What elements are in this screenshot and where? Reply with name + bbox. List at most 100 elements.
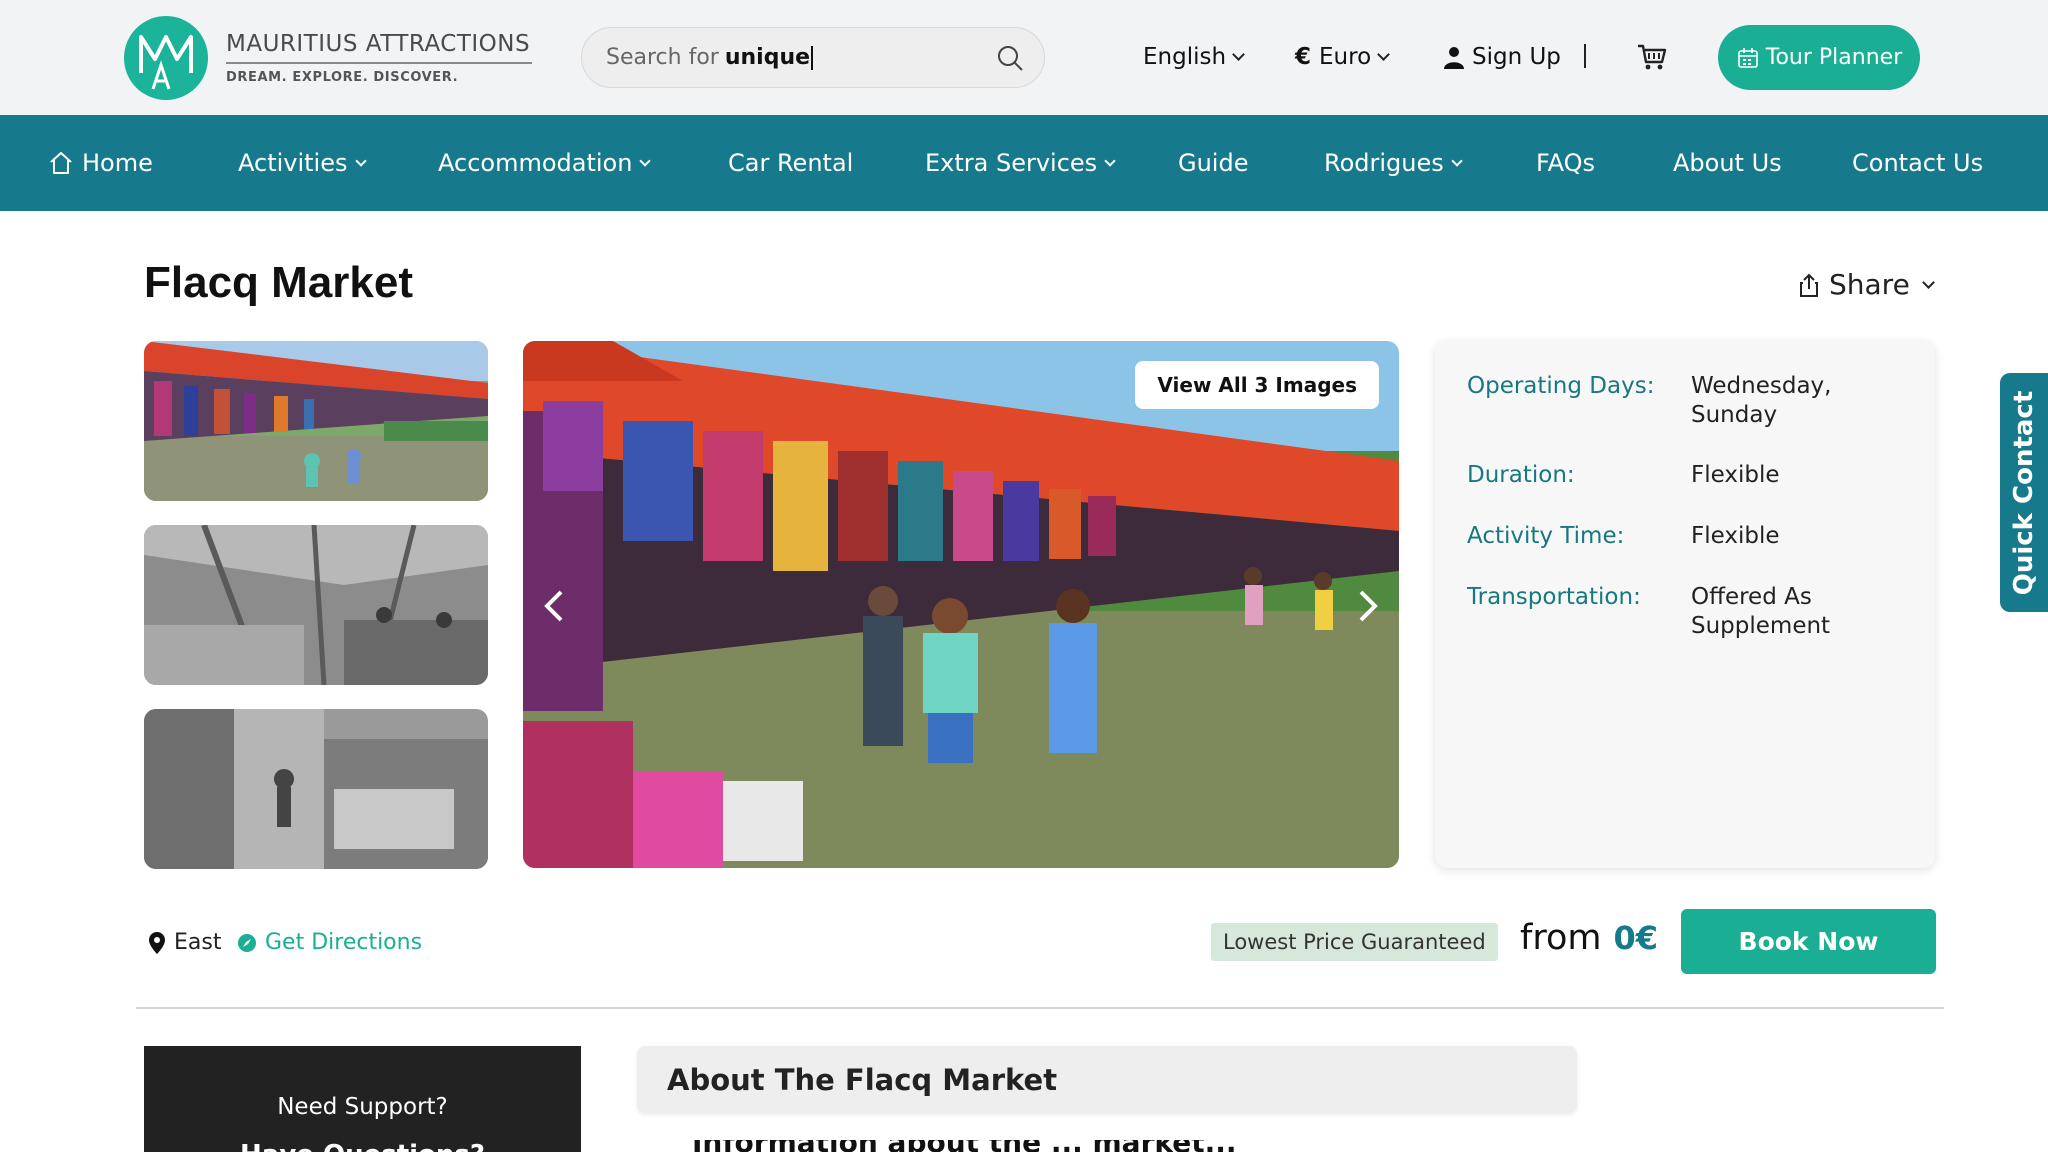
user-icon bbox=[1444, 47, 1464, 69]
get-directions-link[interactable]: Get Directions bbox=[237, 930, 422, 955]
about-text: Information about the ... market... bbox=[692, 1140, 1592, 1152]
nav-item-home[interactable]: Home bbox=[48, 145, 153, 181]
nav-label: Rodrigues bbox=[1324, 149, 1444, 177]
info-value: Flexible bbox=[1691, 462, 1780, 488]
compass-icon bbox=[238, 933, 256, 952]
market-hall-thumbnail bbox=[144, 525, 488, 685]
cart-icon[interactable] bbox=[1637, 42, 1667, 72]
info-label: Activity Time: bbox=[1467, 523, 1625, 549]
nav-item-faqs[interactable]: FAQs bbox=[1536, 145, 1595, 181]
view-all-images-button[interactable]: View All 3 Images bbox=[1135, 361, 1379, 409]
currency-label: Euro bbox=[1319, 44, 1372, 70]
header-divider bbox=[1584, 44, 1586, 68]
info-row-activity-time: Activity Time: Flexible bbox=[1467, 522, 1907, 551]
gallery-thumbnail-2[interactable] bbox=[144, 525, 488, 685]
nav-item-activities[interactable]: Activities bbox=[238, 145, 367, 181]
info-label: Transportation: bbox=[1467, 584, 1641, 610]
market-aisle-thumbnail bbox=[144, 709, 488, 869]
book-now-button[interactable]: Book Now bbox=[1681, 909, 1936, 974]
nav-label: Car Rental bbox=[728, 149, 854, 177]
logo-mark-icon bbox=[124, 16, 208, 100]
nav-item-car-rental[interactable]: Car Rental bbox=[728, 145, 853, 181]
page-title: Flacq Market bbox=[144, 258, 413, 307]
quick-contact-tab[interactable]: Quick Contact bbox=[2000, 373, 2048, 612]
chevron-left-icon[interactable] bbox=[539, 586, 569, 626]
about-heading: About The Flacq Market bbox=[637, 1046, 1577, 1113]
flacq-market-photo bbox=[523, 341, 1399, 868]
info-value: Flexible bbox=[1691, 523, 1780, 549]
chevron-down-icon bbox=[1921, 275, 1935, 289]
nav-label: Home bbox=[82, 149, 153, 177]
chevron-down-icon bbox=[354, 154, 367, 167]
tour-planner-button[interactable]: Tour Planner bbox=[1718, 25, 1920, 90]
nav-item-about-us[interactable]: About Us bbox=[1673, 145, 1782, 181]
nav-label: Contact Us bbox=[1852, 149, 1984, 177]
gallery-main-image[interactable]: View All 3 Images bbox=[523, 341, 1399, 868]
from-label: from bbox=[1520, 918, 1602, 958]
market-stalls-thumbnail bbox=[144, 341, 488, 501]
search-typed-text: unique bbox=[724, 45, 811, 70]
share-dropdown[interactable]: Share bbox=[1797, 268, 1935, 301]
price-display: from 0€ bbox=[1520, 918, 1658, 958]
tour-planner-label: Tour Planner bbox=[1765, 45, 1903, 70]
lowest-price-badge: Lowest Price Guaranteed bbox=[1211, 923, 1498, 961]
nav-item-accommodation[interactable]: Accommodation bbox=[438, 145, 652, 181]
support-box: Need Support? Have Questions? bbox=[144, 1046, 581, 1152]
chevron-down-icon bbox=[1451, 154, 1463, 167]
activity-info-card: Operating Days: Wednesday, Sunday Durati… bbox=[1435, 341, 1935, 868]
nav-label: Guide bbox=[1178, 149, 1249, 177]
brand-logo[interactable]: MAURITIUS ATTRACTIONS DREAM. EXPLORE. DI… bbox=[124, 16, 534, 100]
chevron-down-icon bbox=[1104, 154, 1116, 167]
currency-selector[interactable]: € Euro bbox=[1295, 40, 1391, 74]
nav-label: FAQs bbox=[1536, 149, 1595, 177]
gallery-thumbnail-3[interactable] bbox=[144, 709, 488, 869]
brand-tagline: DREAM. EXPLORE. DISCOVER. bbox=[226, 70, 459, 85]
info-value: Offered As Supplement bbox=[1691, 584, 1831, 639]
map-pin-icon bbox=[149, 931, 165, 954]
chevron-down-icon bbox=[1232, 48, 1245, 61]
chevron-right-icon[interactable] bbox=[1353, 586, 1383, 626]
support-title: Need Support? bbox=[277, 1094, 448, 1120]
gallery-thumbnail-1[interactable] bbox=[144, 341, 488, 501]
share-label: Share bbox=[1829, 268, 1910, 301]
search-input[interactable]: Search for unique bbox=[581, 27, 1045, 88]
nav-label: Activities bbox=[238, 149, 348, 177]
chevron-down-icon bbox=[1377, 48, 1391, 61]
nav-item-extra-services[interactable]: Extra Services bbox=[925, 145, 1116, 181]
nav-item-guide[interactable]: Guide bbox=[1178, 145, 1248, 181]
chevron-down-icon bbox=[639, 154, 652, 167]
get-directions-label: Get Directions bbox=[265, 930, 423, 955]
main-nav: Home Activities Accommodation Car Rental… bbox=[0, 115, 2048, 211]
support-subtitle: Have Questions? bbox=[144, 1140, 581, 1152]
info-label: Operating Days: bbox=[1467, 373, 1655, 399]
search-placeholder: Search for bbox=[606, 45, 719, 70]
info-row-transportation: Transportation: Offered As Supplement bbox=[1467, 583, 1907, 641]
signup-link[interactable]: Sign Up bbox=[1442, 40, 1561, 74]
info-row-operating-days: Operating Days: Wednesday, Sunday bbox=[1467, 372, 1907, 430]
info-value: Wednesday, Sunday bbox=[1691, 373, 1832, 428]
language-label: English bbox=[1143, 44, 1227, 70]
about-first-line: Information about the ... market... bbox=[692, 1140, 1592, 1152]
nav-item-contact-us[interactable]: Contact Us bbox=[1852, 145, 1983, 181]
nav-item-rodrigues[interactable]: Rodrigues bbox=[1324, 145, 1463, 181]
top-header: MAURITIUS ATTRACTIONS DREAM. EXPLORE. DI… bbox=[0, 0, 2048, 115]
nav-label: About Us bbox=[1673, 149, 1782, 177]
search-icon[interactable] bbox=[996, 44, 1024, 72]
euro-icon: € bbox=[1295, 44, 1312, 70]
home-icon bbox=[50, 152, 72, 174]
price-value: 0€ bbox=[1613, 919, 1658, 957]
location: East bbox=[148, 930, 221, 955]
language-selector[interactable]: English bbox=[1143, 40, 1245, 74]
location-label: East bbox=[174, 930, 222, 955]
share-icon bbox=[1800, 273, 1818, 297]
text-cursor bbox=[811, 45, 814, 70]
quick-contact-label: Quick Contact bbox=[2009, 390, 2039, 595]
calendar-icon bbox=[1737, 47, 1758, 68]
nav-label: Accommodation bbox=[438, 149, 633, 177]
nav-label: Extra Services bbox=[925, 149, 1098, 177]
section-divider bbox=[136, 1007, 1944, 1009]
brand-name: MAURITIUS ATTRACTIONS bbox=[226, 31, 532, 64]
info-label: Duration: bbox=[1467, 462, 1575, 488]
info-row-duration: Duration: Flexible bbox=[1467, 461, 1907, 490]
signup-label: Sign Up bbox=[1472, 44, 1561, 70]
